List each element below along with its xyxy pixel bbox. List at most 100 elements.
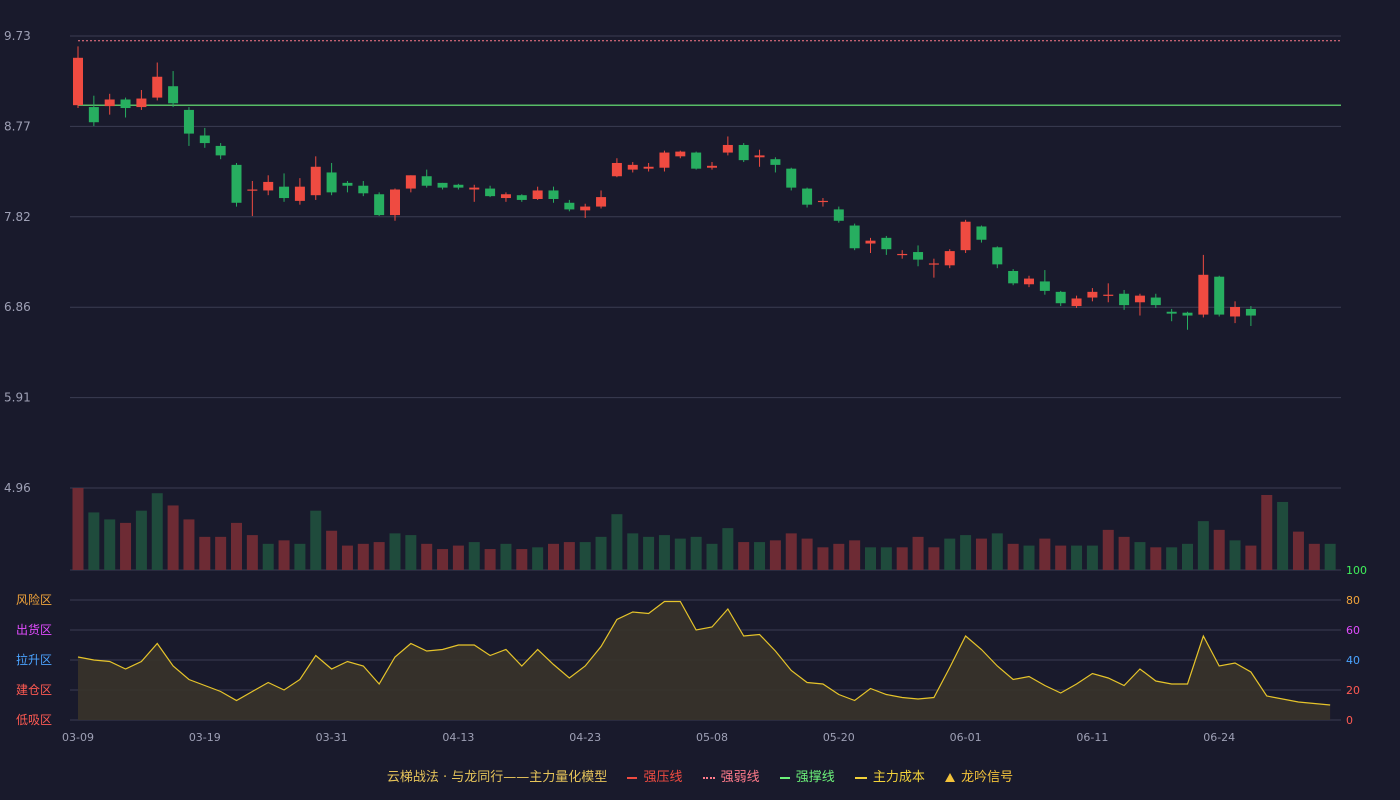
legend-strong-pressure[interactable]: 强压线 <box>627 766 682 785</box>
dashed-line-icon <box>854 776 867 779</box>
candle-body <box>516 195 527 200</box>
volume-bar <box>310 510 322 570</box>
candle-body <box>104 99 115 107</box>
volume-bar <box>1150 547 1162 570</box>
oscillator-area <box>78 601 1331 720</box>
volume-bar <box>785 533 797 570</box>
volume-bar <box>246 535 258 570</box>
candle-body <box>865 240 876 244</box>
volume-bar <box>944 538 956 570</box>
osc-tick-label: 60 <box>1346 624 1360 637</box>
candle-body <box>580 206 591 211</box>
osc-tick-label: 20 <box>1346 684 1360 697</box>
volume-bar <box>373 542 385 570</box>
volume-bar <box>357 543 369 570</box>
candle-body <box>469 187 480 190</box>
volume-bar <box>738 542 750 570</box>
candle-body <box>707 165 717 168</box>
volume-bar <box>405 535 417 570</box>
volume-bar <box>548 543 559 570</box>
candle-body <box>485 188 496 197</box>
volume-bar <box>563 542 575 570</box>
candle-body <box>405 175 416 189</box>
candle-body <box>88 107 99 123</box>
candle-body <box>358 185 369 194</box>
volume-bar <box>1071 545 1083 570</box>
candlesticks <box>73 46 1256 330</box>
volume-bar <box>706 543 718 570</box>
candle-body <box>659 152 670 168</box>
candle-body <box>643 166 654 169</box>
candle-body <box>1119 293 1130 306</box>
candle-body <box>1087 291 1098 298</box>
legend-dragon-signal[interactable]: 龙吟信号 <box>945 766 1013 785</box>
candle-body <box>73 57 83 106</box>
legend-strong-weak[interactable]: 强弱线 <box>702 766 760 785</box>
candle-body <box>247 189 258 191</box>
volume-bar <box>1213 529 1225 570</box>
candle-body <box>1071 298 1082 307</box>
candle-body <box>548 190 559 199</box>
volume-bar <box>120 522 132 570</box>
volume-bar <box>167 505 179 570</box>
volume-bar <box>595 536 607 570</box>
candle-body <box>342 182 353 186</box>
price-tick-label: 9.73 <box>4 29 31 43</box>
volume-bar <box>437 549 449 570</box>
candle-body <box>944 251 955 266</box>
candle-body <box>1214 276 1225 315</box>
price-tick-label: 7.82 <box>4 210 31 224</box>
grid-lines <box>70 35 1341 721</box>
x-tick-label: 03-19 <box>189 731 221 744</box>
volume-bar <box>421 543 433 570</box>
candle-body <box>263 181 274 191</box>
candle-body <box>770 159 781 165</box>
volume-bar <box>722 528 734 570</box>
volume-bar <box>341 545 353 570</box>
legend-main-cost[interactable]: 主力成本 <box>854 766 925 785</box>
volume-bar <box>1182 543 1193 570</box>
volume-bar <box>1197 521 1209 570</box>
volume-bar <box>991 533 1003 570</box>
candle-body <box>1103 294 1114 296</box>
triangle-icon <box>945 773 956 782</box>
legend-strong-support[interactable]: 强撑线 <box>779 766 835 785</box>
price-tick-label: 5.91 <box>4 391 31 405</box>
candle-body <box>1055 291 1066 304</box>
candle-body <box>279 186 290 199</box>
candle-body <box>437 182 448 188</box>
volume-bar <box>104 519 116 570</box>
x-tick-label: 06-24 <box>1203 731 1235 744</box>
candle-body <box>738 144 749 161</box>
osc-tick-label: 0 <box>1346 714 1353 727</box>
candle-body <box>421 176 432 186</box>
chart-legend: 云梯战法 · 与龙同行——主力量化模型 强压线 强弱线 强撑线 主力成本 龙吟信… <box>0 766 1400 785</box>
candle-body <box>1166 311 1177 314</box>
volume-bar <box>754 542 766 570</box>
volume-bar <box>151 493 163 570</box>
dash-line-icon <box>627 776 638 779</box>
volume-bar <box>72 488 84 570</box>
volume-bar <box>500 543 512 570</box>
candle-body <box>1182 312 1193 316</box>
volume-bar <box>880 547 892 570</box>
volume-bar <box>1023 545 1035 570</box>
volume-bar <box>817 547 829 570</box>
candle-body <box>1150 297 1161 306</box>
volume-bar <box>1308 543 1320 570</box>
x-tick-label: 06-11 <box>1076 731 1108 744</box>
volume-bar <box>1292 531 1304 570</box>
kline-chart[interactable]: 9.73 8.77 7.82 6.86 5.91 4.96 风险区出货区拉升区建仓区低吸区 1… <box>0 0 1400 760</box>
osc-zone-label: 拉升区 <box>16 652 52 667</box>
x-tick-label: 05-08 <box>696 731 728 744</box>
candle-body <box>611 162 622 177</box>
volume-bar <box>643 536 655 570</box>
candle-body <box>294 186 305 201</box>
x-tick-label: 05-20 <box>823 731 855 744</box>
candle-body <box>1245 308 1256 316</box>
osc-zone-label: 低吸区 <box>16 713 52 727</box>
x-tick-label: 04-23 <box>569 731 601 744</box>
candle-body <box>675 151 686 157</box>
osc-zone-label: 风险区 <box>16 592 52 607</box>
candle-body <box>833 209 844 221</box>
